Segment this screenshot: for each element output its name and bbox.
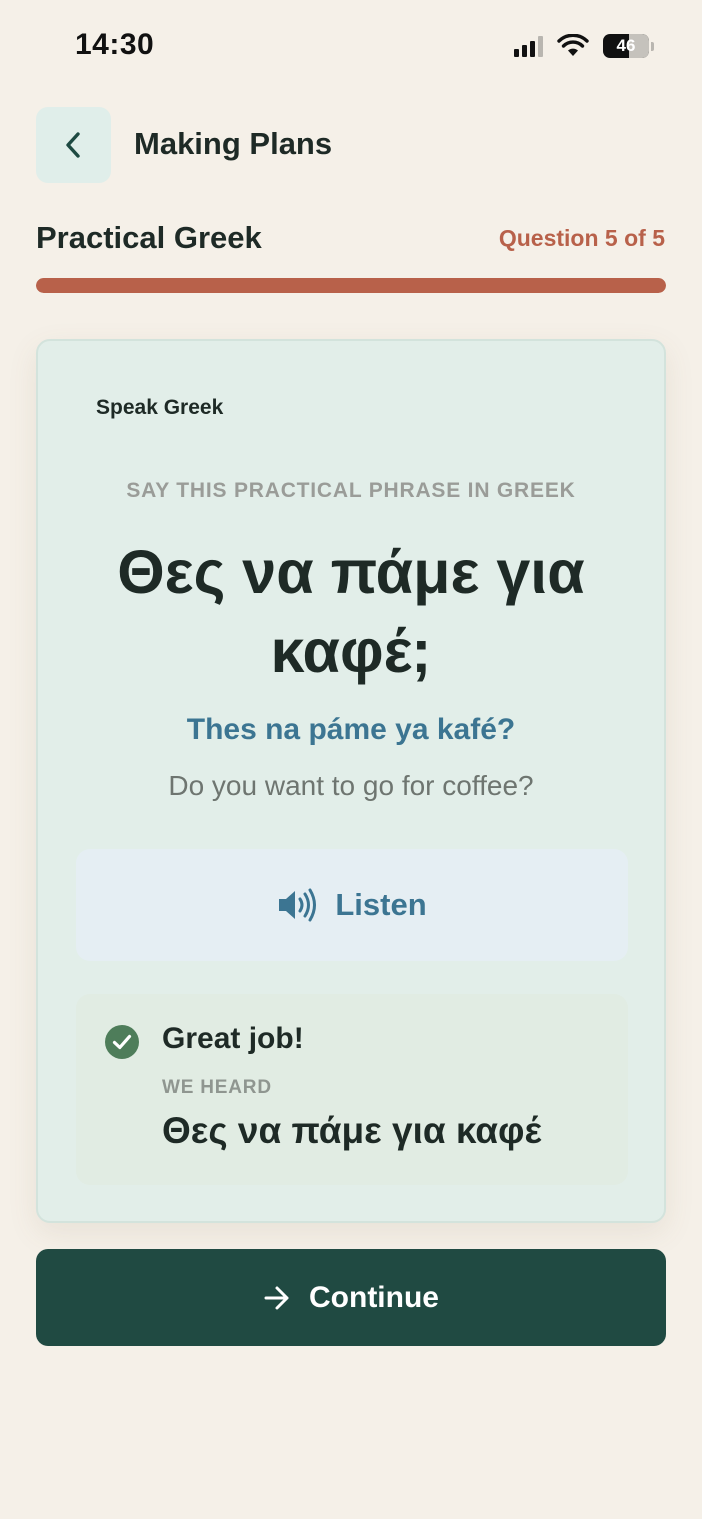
status-bar: 14:30 46 (0, 0, 702, 92)
wifi-icon (557, 34, 589, 56)
course-title: Practical Greek (36, 220, 262, 255)
speech-result: Great job! WE HEARD Θες να πάμε για καφέ (76, 994, 628, 1185)
speaker-icon (279, 888, 317, 922)
transliteration: Thes na páme ya kafé? (186, 713, 516, 746)
progress-bar (36, 278, 666, 293)
back-button[interactable] (36, 107, 111, 183)
heard-text: Θες να πάμε για καφέ (162, 1110, 542, 1151)
arrow-right-icon (264, 1286, 289, 1309)
page-title: Making Plans (134, 126, 333, 161)
chevron-left-icon (65, 132, 80, 158)
translation: Do you want to go for coffee? (168, 770, 534, 801)
exercise-instruction: SAY THIS PRACTICAL PHRASE IN GREEK (126, 479, 576, 502)
check-circle-icon (105, 1025, 139, 1059)
status-icons: 46 (514, 31, 654, 61)
exercise-type-label: Speak Greek (96, 396, 224, 419)
battery-icon: 46 (603, 34, 649, 58)
status-time: 14:30 (75, 28, 155, 61)
result-title: Great job! (162, 1022, 304, 1055)
question-counter: Question 5 of 5 (498, 225, 665, 251)
continue-label: Continue (309, 1280, 439, 1314)
exercise-card: Speak Greek SAY THIS PRACTICAL PHRASE IN… (36, 339, 666, 1223)
screen: 14:30 46 Making Plans Practical Greek Qu… (0, 0, 702, 1519)
listen-button[interactable]: Listen (76, 849, 628, 961)
heard-label: WE HEARD (162, 1077, 272, 1098)
battery-level: 46 (616, 36, 636, 55)
progress-fill (36, 278, 666, 293)
listen-label: Listen (335, 887, 427, 922)
signal-icon (514, 35, 543, 57)
continue-button[interactable]: Continue (36, 1249, 666, 1346)
greek-phrase: Θες να πάμε για καφέ; (117, 538, 585, 686)
battery-tip (651, 41, 654, 51)
